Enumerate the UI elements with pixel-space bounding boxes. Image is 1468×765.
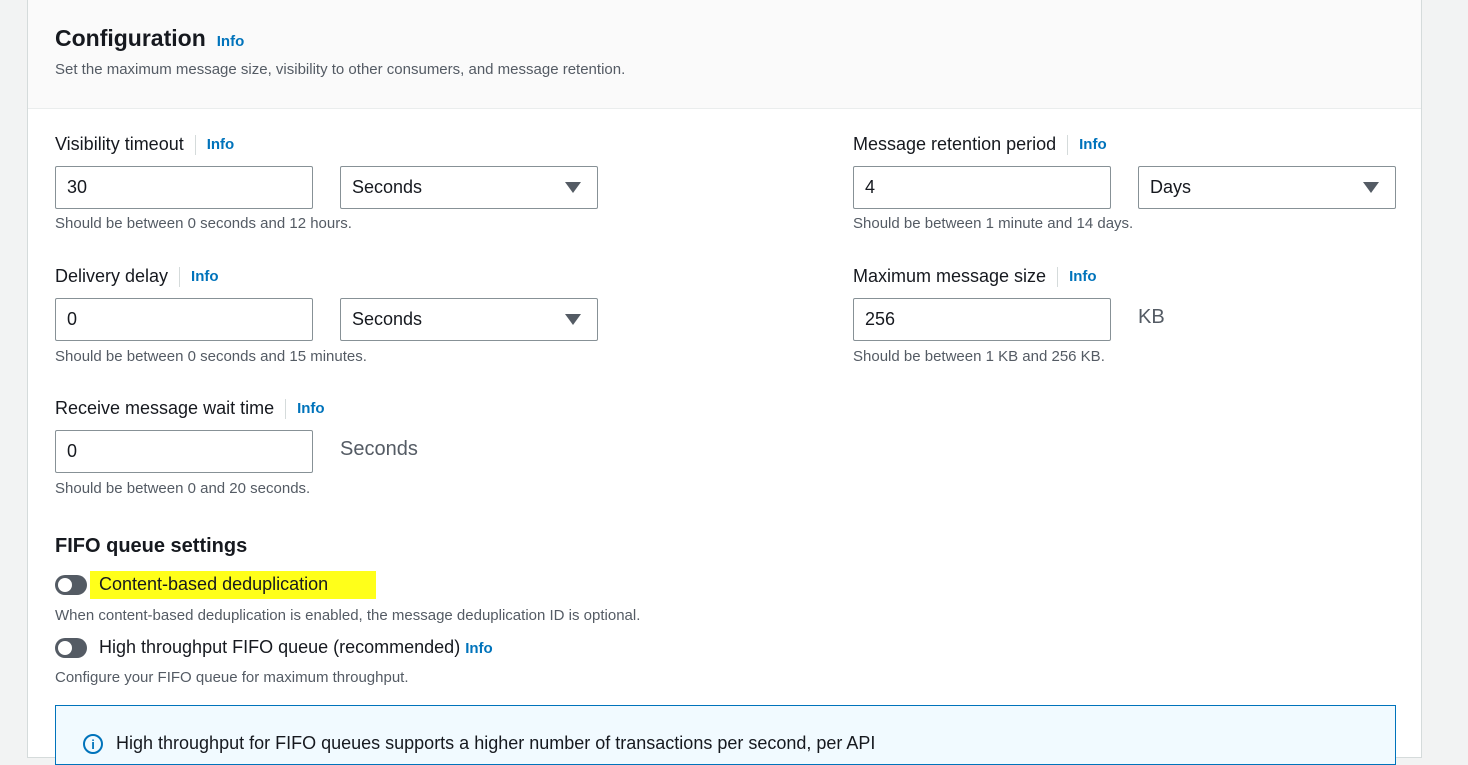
- caret-down-icon: [1363, 182, 1379, 193]
- max-message-size-unit: KB: [1138, 306, 1165, 328]
- high-throughput-toggle[interactable]: [55, 638, 87, 658]
- message-retention-label-row: Message retention period Info: [853, 134, 1107, 155]
- content-dedup-description: When content-based deduplication is enab…: [55, 607, 641, 624]
- toggle-knob: [58, 578, 72, 592]
- configuration-header: [28, 0, 1421, 109]
- max-message-size-hint: Should be between 1 KB and 256 KB.: [853, 348, 1105, 365]
- delivery-delay-label-row: Delivery delay Info: [55, 266, 219, 287]
- content-dedup-toggle[interactable]: [55, 575, 87, 595]
- high-throughput-label-row: High throughput FIFO queue (recommended)…: [99, 637, 493, 658]
- high-throughput-label[interactable]: High throughput FIFO queue (recommended): [99, 637, 460, 658]
- message-retention-unit-select[interactable]: Days: [1138, 166, 1396, 209]
- receive-wait-time-hint: Should be between 0 and 20 seconds.: [55, 480, 311, 497]
- visibility-timeout-label: Visibility timeout: [55, 134, 184, 154]
- receive-wait-time-label-row: Receive message wait time Info: [55, 398, 325, 419]
- delivery-delay-unit-select[interactable]: Seconds: [340, 298, 598, 341]
- max-message-size-label-row: Maximum message size Info: [853, 266, 1097, 287]
- info-circle-icon: i: [83, 734, 103, 754]
- configuration-info-link[interactable]: Info: [217, 33, 245, 50]
- delivery-delay-label: Delivery delay: [55, 266, 169, 286]
- message-retention-input[interactable]: [853, 166, 1111, 209]
- fifo-settings-title: FIFO queue settings: [55, 535, 248, 557]
- receive-wait-time-input[interactable]: [55, 430, 313, 473]
- label-divider: [285, 398, 287, 419]
- delivery-delay-unit-value: Seconds: [352, 309, 423, 329]
- receive-wait-time-unit: Seconds: [340, 438, 418, 460]
- message-retention-unit-value: Days: [1150, 177, 1192, 197]
- message-retention-label: Message retention period: [853, 134, 1057, 154]
- high-throughput-description: Configure your FIFO queue for maximum th…: [55, 669, 409, 686]
- receive-wait-time-label: Receive message wait time: [55, 398, 275, 418]
- max-message-size-info-link[interactable]: Info: [1069, 268, 1097, 285]
- high-throughput-alert-text: High throughput for FIFO queues supports…: [116, 733, 876, 753]
- visibility-timeout-hint: Should be between 0 seconds and 12 hours…: [55, 215, 352, 232]
- visibility-timeout-label-row: Visibility timeout Info: [55, 134, 234, 155]
- label-divider: [194, 134, 196, 155]
- high-throughput-info-alert: i High throughput for FIFO queues suppor…: [55, 705, 1396, 765]
- label-divider: [1057, 266, 1059, 287]
- delivery-delay-hint: Should be between 0 seconds and 15 minut…: [55, 348, 367, 365]
- visibility-timeout-unit-value: Seconds: [352, 177, 423, 197]
- receive-wait-time-info-link[interactable]: Info: [297, 400, 325, 417]
- toggle-knob: [58, 641, 72, 655]
- max-message-size-input[interactable]: [853, 298, 1111, 341]
- high-throughput-info-link[interactable]: Info: [465, 640, 493, 657]
- visibility-timeout-unit-select[interactable]: Seconds: [340, 166, 598, 209]
- configuration-title-row: Configuration Info: [55, 25, 244, 52]
- content-dedup-label[interactable]: Content-based deduplication: [99, 574, 328, 595]
- visibility-timeout-info-link[interactable]: Info: [207, 136, 235, 153]
- max-message-size-label: Maximum message size: [853, 266, 1047, 286]
- message-retention-info-link[interactable]: Info: [1079, 136, 1107, 153]
- label-divider: [1067, 134, 1069, 155]
- configuration-description: Set the maximum message size, visibility…: [55, 61, 626, 78]
- caret-down-icon: [565, 182, 581, 193]
- caret-down-icon: [565, 314, 581, 325]
- visibility-timeout-input[interactable]: [55, 166, 313, 209]
- message-retention-hint: Should be between 1 minute and 14 days.: [853, 215, 1134, 232]
- delivery-delay-input[interactable]: [55, 298, 313, 341]
- delivery-delay-info-link[interactable]: Info: [191, 268, 219, 285]
- label-divider: [179, 266, 181, 287]
- configuration-title: Configuration: [55, 25, 206, 51]
